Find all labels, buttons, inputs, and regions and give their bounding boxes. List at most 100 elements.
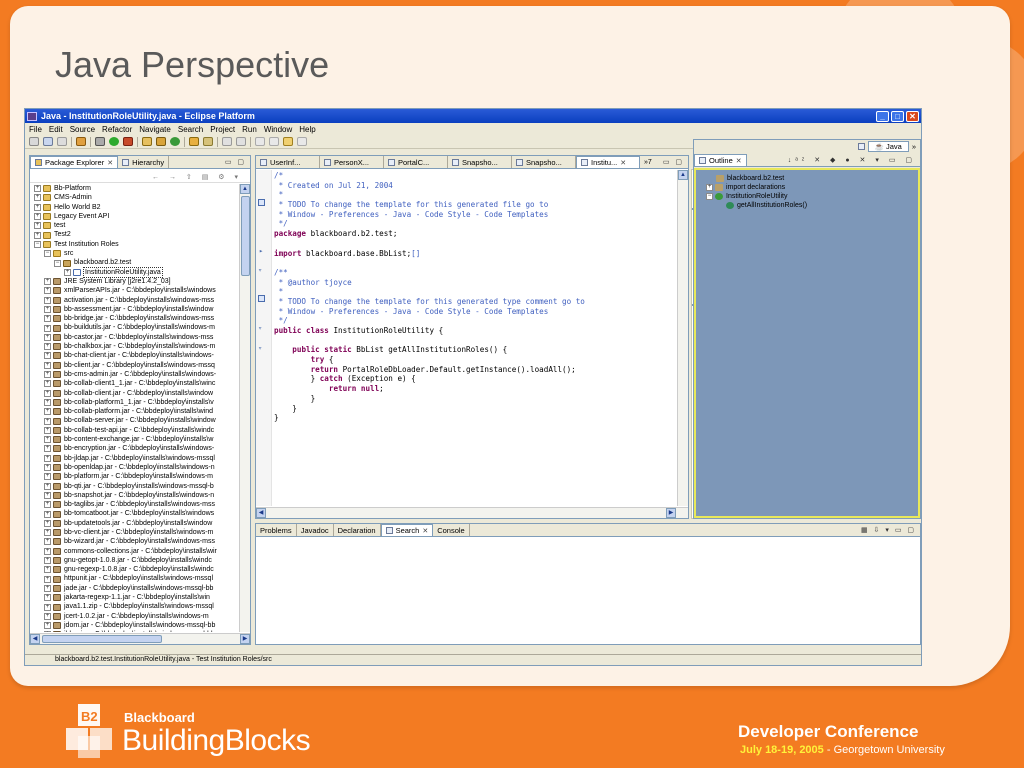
tree-item[interactable]: + java1.1.zip - C:\bbdeploy\installs\wind… — [30, 602, 238, 611]
build-icon[interactable] — [76, 137, 86, 146]
tree-item[interactable]: + bb-collab-test-api.jar - C:\bbdeploy\in… — [30, 426, 238, 435]
expand-icon[interactable]: + — [44, 464, 51, 472]
tree-item[interactable]: + bb-collab-client1_1.jar - C:\bbdeploy\i… — [30, 379, 238, 388]
outline-toolbar-icons[interactable]: ↓ᵃᶻ ✕ ◆ ● ✕ ▾ ▭ ▢ — [788, 156, 916, 164]
new-package-icon[interactable] — [156, 137, 166, 146]
scroll-thumb[interactable] — [241, 196, 250, 276]
tree-item[interactable]: + jade.jar - C:\bbdeploy\installs\windows… — [30, 584, 238, 593]
expand-icon[interactable]: + — [44, 538, 51, 546]
editor-tab[interactable]: PersonX... — [320, 156, 384, 168]
tree-item[interactable]: + bb-chalkbox.jar - C:\bbdeploy\installs\… — [30, 342, 238, 351]
tree-item[interactable]: + Test2 — [30, 230, 238, 239]
close-icon[interactable]: ✕ — [422, 527, 428, 535]
tree-item[interactable]: + bb-updatetools.jar - C:\bbdeploy\instal… — [30, 519, 238, 528]
expand-icon[interactable]: + — [44, 501, 51, 509]
menu-item-navigate[interactable]: Navigate — [139, 125, 171, 134]
editor-gutter[interactable]: ▸ ▿ ▿ ▿ — [256, 170, 272, 506]
toggle-icon[interactable] — [236, 137, 246, 146]
collapse-icon[interactable]: − — [706, 193, 713, 200]
expand-icon[interactable]: + — [44, 426, 51, 434]
tree-item[interactable]: + gnu-getopt-1.0.8.jar - C:\bbdeploy\inst… — [30, 556, 238, 565]
tree-item[interactable]: + Hello World B2 — [30, 203, 238, 212]
tree-item[interactable]: + bb-collab-server.jar - C:\bbdeploy\inst… — [30, 416, 238, 425]
open-perspective-icon[interactable] — [857, 142, 865, 150]
expand-icon[interactable]: + — [44, 398, 51, 406]
editor-tab[interactable]: Institu... ✕ — [576, 156, 640, 168]
expand-icon[interactable]: + — [44, 380, 51, 388]
scroll-up-icon[interactable]: ▲ — [240, 184, 250, 194]
tree-item[interactable]: + InstitutionRoleUtility.java — [30, 266, 238, 279]
tree-item[interactable]: + jldap.jar - C:\bbdeploy\installs\window… — [30, 630, 238, 632]
external-tools-icon[interactable] — [123, 137, 133, 146]
collapse-icon[interactable]: − — [34, 240, 41, 248]
expand-icon[interactable]: + — [44, 529, 51, 537]
new-java-project-icon[interactable] — [142, 137, 152, 146]
editor-tab[interactable]: UserInf... — [256, 156, 320, 168]
close-icon[interactable]: ✕ — [107, 159, 113, 167]
collapse-icon[interactable]: ▿ — [258, 266, 262, 274]
scroll-thumb[interactable] — [42, 635, 162, 643]
tree-item[interactable]: + jcert-1.0.2.jar - C:\bbdeploy\installs\… — [30, 612, 238, 621]
java-perspective-button[interactable]: ☕ Java — [867, 140, 909, 152]
expand-icon[interactable]: + — [34, 222, 41, 230]
outline-item[interactable]: getAllInstitutionRoles() — [696, 201, 918, 210]
open-type-icon[interactable] — [189, 137, 199, 146]
outline-item[interactable]: + import declarations — [696, 183, 918, 192]
tree-item[interactable]: + activation.jar - C:\bbdeploy\installs\w… — [30, 296, 238, 305]
expand-icon[interactable]: + — [44, 575, 51, 583]
tree-item[interactable]: + bb-vc-client.jar - C:\bbdeploy\installs… — [30, 528, 238, 537]
tree-item[interactable]: + bb-castor.jar - C:\bbdeploy\installs\wi… — [30, 333, 238, 342]
tree-item[interactable]: + bb-taglibs.jar - C:\bbdeploy\installs\w… — [30, 500, 238, 509]
editor-tab[interactable]: Snapsho... — [512, 156, 576, 168]
expand-icon[interactable]: + — [44, 603, 51, 611]
tree-item[interactable]: + bb-jldap.jar - C:\bbdeploy\installs\win… — [30, 454, 238, 463]
menu-item-run[interactable]: Run — [242, 125, 257, 134]
expand-icon[interactable]: + — [44, 315, 51, 323]
tree-item[interactable]: + bb-chat-client.jar - C:\bbdeploy\instal… — [30, 351, 238, 360]
expand-icon[interactable]: + — [44, 343, 51, 351]
expand-icon[interactable]: + — [44, 371, 51, 379]
tab-package-explorer[interactable]: Package Explorer ✕ — [30, 156, 119, 168]
tree-item[interactable]: + bb-collab-client.jar - C:\bbdeploy\inst… — [30, 389, 238, 398]
task-marker-icon[interactable] — [258, 199, 265, 206]
view-minmax-controls[interactable]: ▭ ▢ — [225, 158, 246, 166]
collapse-icon[interactable]: − — [44, 250, 51, 258]
print-icon[interactable] — [57, 137, 67, 146]
tab-hierarchy[interactable]: Hierarchy — [118, 156, 170, 168]
scroll-right-icon[interactable]: ▶ — [240, 634, 250, 644]
tree-item[interactable]: + CMS-Admin — [30, 193, 238, 202]
tree-item[interactable]: + bb-collab-platform1_1.jar - C:\bbdeploy… — [30, 398, 238, 407]
expand-icon[interactable]: + — [44, 389, 51, 397]
editor-horizontal-scrollbar[interactable]: ◀ ▶ — [256, 507, 688, 518]
tree-item[interactable]: + bb-buildutils.jar - C:\bbdeploy\install… — [30, 323, 238, 332]
maximize-button[interactable]: □ — [891, 110, 904, 122]
tree-item[interactable]: + Bb-Platform — [30, 184, 238, 193]
expand-icon[interactable]: + — [44, 491, 51, 499]
expand-icon[interactable]: + — [44, 324, 51, 332]
expand-icon[interactable]: + — [44, 510, 51, 518]
window-titlebar[interactable]: Java - InstitutionRoleUtility.java - Ecl… — [25, 109, 921, 123]
previous-annotation-icon[interactable] — [269, 137, 279, 146]
expand-icon[interactable]: + — [34, 203, 41, 211]
expand-icon[interactable]: + — [44, 612, 51, 620]
tree-item[interactable]: + xmlParserAPIs.jar - C:\bbdeploy\install… — [30, 286, 238, 295]
scroll-left-icon[interactable]: ◀ — [256, 508, 266, 518]
menu-item-project[interactable]: Project — [210, 125, 235, 134]
tree-item[interactable]: − Test Institution Roles — [30, 240, 238, 249]
menu-item-edit[interactable]: Edit — [49, 125, 63, 134]
editor-vertical-scrollbar[interactable]: ▲ — [677, 170, 688, 506]
tab-problems[interactable]: Problems — [256, 524, 297, 536]
expand-icon[interactable]: + — [44, 594, 51, 602]
menu-item-window[interactable]: Window — [264, 125, 292, 134]
tree-item[interactable]: + bb-snapshot.jar - C:\bbdeploy\installs\… — [30, 491, 238, 500]
edit-icon[interactable] — [222, 137, 232, 146]
expand-icon[interactable]: + — [44, 454, 51, 462]
tree-item[interactable]: + bb-openldap.jar - C:\bbdeploy\installs\… — [30, 463, 238, 472]
tab-declaration[interactable]: Declaration — [334, 524, 381, 536]
expand-icon[interactable]: + — [44, 408, 51, 416]
expand-import-icon[interactable]: ▸ — [259, 247, 263, 255]
tab-console[interactable]: Console — [433, 524, 470, 536]
view-minmax-controls[interactable]: ▦ ⇩ ▾ ▭ ▢ — [861, 526, 916, 534]
tree-item[interactable]: + httpunit.jar - C:\bbdeploy\installs\win… — [30, 574, 238, 583]
tree-item[interactable]: + bb-wizard.jar - C:\bbdeploy\installs\wi… — [30, 537, 238, 546]
